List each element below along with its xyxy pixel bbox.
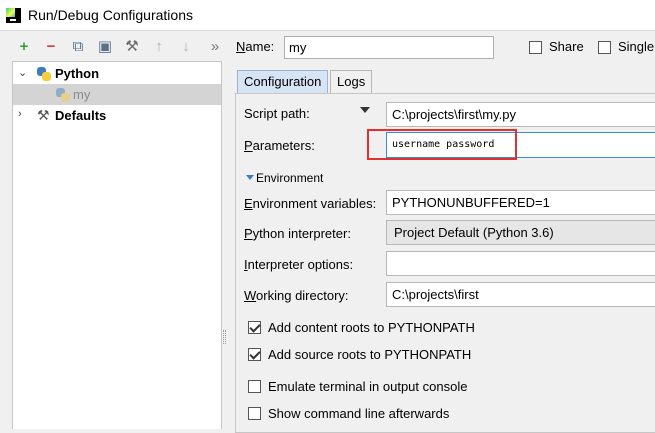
- tab-configuration[interactable]: Configuration: [237, 70, 329, 94]
- source-roots-label: Add source roots to PYTHONPATH: [268, 347, 472, 362]
- title-bar: Run/Debug Configurations: [0, 0, 655, 31]
- mnemonic: N: [236, 39, 246, 54]
- show-command-line-checkbox[interactable]: [248, 407, 261, 420]
- workdir-input[interactable]: C:\projects\first: [386, 282, 655, 307]
- pycharm-logo-icon: [6, 8, 21, 23]
- name-label: Name:: [236, 39, 274, 54]
- script-path-input[interactable]: C:\projects\first\my.py: [386, 102, 655, 127]
- dropdown-arrow-icon[interactable]: [360, 107, 370, 113]
- interpreter-select[interactable]: Project Default (Python 3.6): [386, 220, 655, 245]
- workdir-label-rest: orking directory:: [256, 288, 349, 303]
- workdir-label: Working directory:: [244, 288, 349, 303]
- arrow-up-icon[interactable]: ↑: [151, 39, 167, 55]
- env-vars-input[interactable]: PYTHONUNBUFFERED=1: [386, 190, 655, 215]
- tree-item-defaults[interactable]: › ⚒ Defaults: [13, 105, 221, 126]
- parameters-label-rest: arameters:: [252, 138, 315, 153]
- tree-item-python[interactable]: ⌄ Python: [13, 63, 221, 84]
- content-roots-label: Add content roots to PYTHONPATH: [268, 320, 475, 335]
- wrench-icon[interactable]: ⚒: [124, 39, 140, 55]
- show-command-line-label: Show command line afterwards: [268, 406, 450, 421]
- interp-options-input[interactable]: [386, 251, 655, 276]
- mnemonic: E: [244, 196, 253, 211]
- mnemonic: P: [244, 138, 253, 153]
- arrow-down-icon[interactable]: ↓: [178, 39, 194, 55]
- name-label-rest: ame:: [245, 39, 275, 54]
- name-input[interactable]: my: [284, 36, 494, 59]
- more-icon[interactable]: »: [207, 39, 223, 55]
- interp-options-label: Interpreter options:: [244, 257, 353, 272]
- collapse-triangle-icon[interactable]: [246, 175, 254, 180]
- emulate-terminal-label: Emulate terminal in output console: [268, 379, 468, 394]
- single-label: Single: [618, 39, 655, 54]
- tree-item-my[interactable]: my: [13, 84, 221, 105]
- parameters-label: Parameters:: [244, 138, 315, 153]
- script-path-label: Script path:: [244, 106, 310, 121]
- mnemonic: W: [244, 288, 257, 303]
- chevron-right-icon[interactable]: ›: [18, 108, 22, 120]
- emulate-terminal-checkbox[interactable]: [248, 380, 261, 393]
- panel-splitter[interactable]: [223, 330, 226, 344]
- minus-icon[interactable]: −: [43, 39, 59, 55]
- interpreter-label: Python interpreter:: [244, 226, 351, 241]
- tab-logs[interactable]: Logs: [330, 70, 373, 94]
- highlight-box: [367, 129, 517, 160]
- env-vars-label: Environment variables:: [244, 196, 376, 211]
- source-roots-checkbox[interactable]: [248, 348, 261, 361]
- window-title: Run/Debug Configurations: [28, 7, 193, 23]
- interpreter-label-rest: ython interpreter:: [252, 226, 351, 241]
- content-roots-checkbox[interactable]: [248, 321, 261, 334]
- tree-item-label: Defaults: [55, 108, 107, 123]
- env-vars-label-rest: nvironment variables:: [252, 196, 377, 211]
- tree-toolbar: + − ⧉ ▣ ⚒ ↑ ↓ »: [0, 31, 230, 61]
- single-instance-checkbox[interactable]: [598, 41, 611, 54]
- interp-options-label-rest: nterpreter options:: [247, 257, 354, 272]
- wrench-icon: ⚒: [37, 107, 50, 123]
- share-checkbox[interactable]: [529, 41, 542, 54]
- share-label: Share: [549, 39, 584, 54]
- configuration-tree: ⌄ Python my › ⚒ Defaults: [12, 61, 222, 429]
- mnemonic: P: [244, 226, 253, 241]
- environment-section-label[interactable]: Environment: [256, 171, 323, 185]
- python-icon: [37, 67, 51, 81]
- chevron-down-icon[interactable]: ⌄: [18, 66, 27, 79]
- plus-icon[interactable]: +: [16, 39, 32, 55]
- save-icon[interactable]: ▣: [97, 39, 113, 55]
- tree-item-label: Python: [55, 66, 100, 81]
- tree-item-label: my: [73, 87, 91, 102]
- python-icon: [56, 88, 70, 102]
- copy-icon[interactable]: ⧉: [70, 39, 86, 55]
